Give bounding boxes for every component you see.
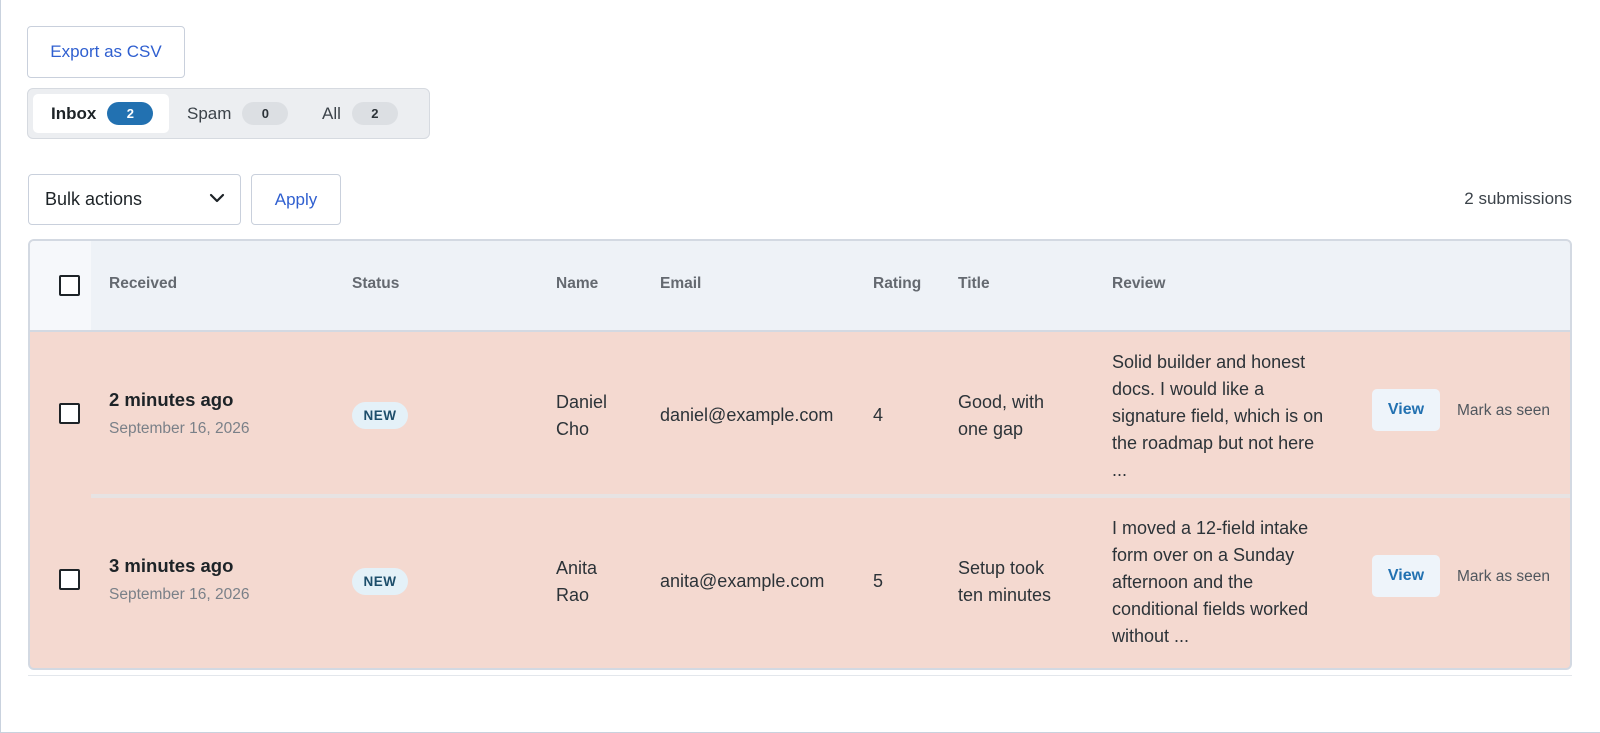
header-status[interactable]: Status: [352, 275, 399, 293]
view-button[interactable]: View: [1372, 555, 1440, 597]
received-time: 2 minutes ago: [109, 389, 234, 410]
status-tabs: Inbox 2 Spam 0 All 2: [27, 88, 430, 139]
table-row[interactable]: 2 minutes ago September 16, 2026 NEW Dan…: [30, 332, 1570, 500]
received-date: September 16, 2026: [109, 586, 250, 603]
status-badge: NEW: [352, 402, 408, 429]
title-line: one gap: [958, 419, 1024, 439]
view-button[interactable]: View: [1372, 389, 1440, 431]
tab-count-badge: 2: [107, 102, 154, 125]
mark-as-seen-link[interactable]: Mark as seen: [1457, 402, 1550, 420]
review-line: ...: [1112, 460, 1128, 480]
table-row[interactable]: 3 minutes ago September 16, 2026 NEW Ani…: [30, 498, 1570, 666]
name-first: Anita: [556, 558, 598, 578]
bulk-actions-label: Bulk actions: [45, 189, 143, 209]
tab-label: Spam: [187, 103, 232, 123]
review-excerpt: I moved a 12-field intake form over on a…: [1112, 515, 1308, 650]
submitter-name: Anita Rao: [556, 555, 597, 609]
tab-count-badge: 0: [242, 102, 289, 125]
submission-count: 2 submissions: [1464, 189, 1572, 208]
tab-label: Inbox: [51, 103, 97, 123]
review-line: signature field, which is on: [1112, 406, 1324, 426]
name-last: Cho: [556, 419, 590, 439]
review-line: afternoon and the: [1112, 572, 1254, 592]
review-line: I moved a 12-field intake: [1112, 518, 1309, 538]
mark-as-seen-link[interactable]: Mark as seen: [1457, 568, 1550, 586]
header-email[interactable]: Email: [660, 275, 701, 293]
rating-value: 4: [873, 405, 884, 425]
bulk-actions-select[interactable]: Bulk actions: [28, 174, 241, 225]
received-date: September 16, 2026: [109, 420, 250, 437]
export-csv-button[interactable]: Export as CSV: [27, 26, 185, 78]
tab-label: All: [322, 103, 341, 123]
table-bottom-divider: [28, 675, 1572, 676]
header-name[interactable]: Name: [556, 275, 598, 293]
header-received[interactable]: Received: [109, 275, 177, 293]
tab-inbox[interactable]: Inbox 2: [33, 94, 169, 133]
row-checkbox[interactable]: [59, 569, 80, 590]
tab-count-badge: 2: [351, 102, 398, 125]
review-title: Good, with one gap: [958, 389, 1044, 443]
name-first: Daniel: [556, 392, 608, 412]
header-review: Review: [1112, 275, 1166, 292]
received-time: 3 minutes ago: [109, 555, 234, 576]
submitter-email: anita@example.com: [660, 571, 825, 591]
apply-button[interactable]: Apply: [251, 174, 341, 225]
review-line: the roadmap but not here: [1112, 433, 1315, 453]
submitter-name: Daniel Cho: [556, 389, 607, 443]
review-excerpt: Solid builder and honest docs. I would l…: [1112, 349, 1323, 484]
header-title[interactable]: Title: [958, 275, 990, 293]
review-line: conditional fields worked: [1112, 599, 1309, 619]
rating-value: 5: [873, 571, 884, 591]
tab-all[interactable]: All 2: [322, 94, 412, 133]
review-line: form over on a Sunday: [1112, 545, 1295, 565]
title-line: Setup took: [958, 558, 1045, 578]
review-title: Setup took ten minutes: [958, 555, 1051, 609]
review-line: without ...: [1112, 626, 1190, 646]
review-line: docs. I would like a: [1112, 379, 1265, 399]
submissions-table: Received Status Name Email Rating Title …: [28, 239, 1572, 670]
tab-spam[interactable]: Spam 0: [187, 94, 297, 133]
title-line: Good, with: [958, 392, 1045, 412]
header-rating[interactable]: Rating: [873, 275, 921, 293]
row-checkbox[interactable]: [59, 403, 80, 424]
review-line: Solid builder and honest: [1112, 352, 1306, 372]
title-line: ten minutes: [958, 585, 1052, 605]
select-all-checkbox[interactable]: [59, 275, 80, 296]
chevron-down-icon: [209, 193, 225, 203]
table-header: Received Status Name Email Rating Title …: [30, 241, 1570, 332]
name-last: Rao: [556, 585, 590, 605]
status-badge: NEW: [352, 568, 408, 595]
submitter-email: daniel@example.com: [660, 405, 834, 425]
